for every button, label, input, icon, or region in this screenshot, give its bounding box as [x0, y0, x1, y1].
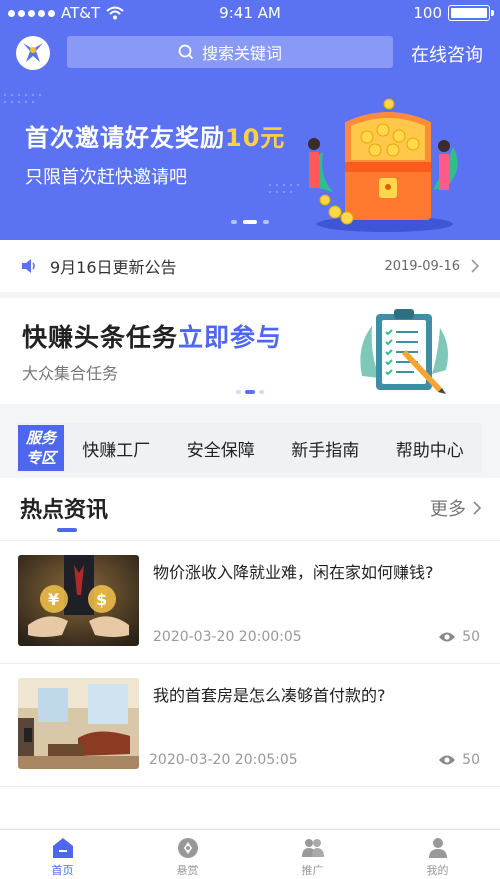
service-zone: 服务 专区 快赚工厂 安全保障 新手指南 帮助中心 — [18, 423, 482, 473]
home-icon — [52, 838, 73, 858]
search-icon — [178, 44, 194, 60]
page-dot-active[interactable] — [245, 390, 255, 394]
badge-line2: 专区 — [25, 449, 56, 467]
tab-label: 推广 — [301, 864, 324, 877]
status-bar: AT&T 9:41 AM 100 — [0, 0, 500, 26]
page-dot[interactable] — [259, 390, 264, 394]
compass-icon — [177, 838, 198, 858]
tab-reward[interactable]: 悬赏 — [125, 830, 250, 879]
announcement-bar[interactable]: 9月16日更新公告 2019-09-16 — [0, 240, 500, 292]
service-zone-badge: 服务 专区 — [18, 425, 64, 471]
announcement-title: 9月16日更新公告 — [50, 258, 177, 277]
app-logo[interactable] — [16, 36, 50, 70]
news-views: 50 — [438, 752, 480, 768]
top-nav: 搜索关键词 在线咨询 — [0, 33, 500, 73]
banner-headline-text: 首次邀请好友奖励 — [25, 124, 225, 152]
search-input[interactable]: 搜索关键词 — [67, 36, 393, 68]
tab-profile[interactable]: 我的 — [375, 830, 500, 879]
hero-banner: AT&T 9:41 AM 100 搜索关键词 在线咨询 首次邀请好友奖励10元 … — [0, 0, 500, 240]
announcement-date: 2019-09-16 — [384, 258, 460, 274]
eye-icon — [439, 632, 456, 642]
service-item-factory[interactable]: 快赚工厂 — [82, 436, 150, 461]
tab-label: 我的 — [426, 864, 449, 877]
service-item-security[interactable]: 安全保障 — [187, 436, 255, 461]
more-news-link[interactable]: 更多 — [430, 495, 482, 521]
news-thumbnail — [18, 678, 139, 769]
page-dot-active[interactable] — [243, 220, 257, 224]
banner-subtitle: 只限首次赶快邀请吧 — [25, 167, 187, 188]
tab-home[interactable]: 首页 — [0, 830, 125, 879]
divider — [0, 786, 500, 787]
banner-headline: 首次邀请好友奖励10元 — [25, 118, 285, 153]
task-subtitle: 大众集合任务 — [22, 364, 119, 383]
battery-percent: 100 — [413, 4, 442, 22]
view-count: 50 — [462, 629, 480, 645]
users-icon — [301, 839, 324, 857]
service-item-help[interactable]: 帮助中心 — [396, 436, 464, 461]
task-headline: 快赚头条任务立即参与 — [22, 318, 282, 354]
news-title: 物价涨收入降就业难，闲在家如何赚钱? — [153, 563, 434, 582]
eye-icon — [439, 755, 456, 765]
banner-reward-amount: 10元 — [225, 124, 286, 152]
news-timestamp: 2020-03-20 20:00:05 — [153, 629, 302, 645]
treasure-chest-illustration — [308, 98, 458, 232]
page-dot[interactable] — [236, 390, 241, 394]
news-title: 我的首套房是怎么凑够首付款的? — [153, 686, 386, 705]
clipboard-illustration — [360, 309, 448, 394]
svg-text:¥: ¥ — [48, 590, 59, 609]
page-dot[interactable] — [263, 220, 269, 224]
banner-pagination — [0, 220, 500, 224]
more-label: 更多 — [430, 499, 466, 520]
service-item-guide[interactable]: 新手指南 — [291, 436, 359, 461]
user-icon — [428, 838, 447, 858]
news-item[interactable]: ¥ $ 物价涨收入降就业难，闲在家如何赚钱? 2020-03-20 20:00:… — [0, 541, 500, 663]
join-now-link[interactable]: 立即参与 — [178, 323, 282, 352]
section-title: 热点资讯 — [20, 498, 109, 523]
badge-line1: 服务 — [25, 429, 56, 447]
news-thumbnail: ¥ $ — [18, 555, 139, 646]
search-placeholder: 搜索关键词 — [201, 44, 282, 63]
tab-label: 首页 — [51, 864, 74, 877]
news-item[interactable]: 我的首套房是怎么凑够首付款的? 2020-03-20 20:05:05 50 — [0, 664, 500, 786]
speaker-icon — [22, 259, 35, 273]
tab-label: 悬赏 — [176, 864, 199, 877]
task-promo-card[interactable]: 快赚头条任务立即参与 大众集合任务 — [0, 298, 500, 404]
news-timestamp: 2020-03-20 20:05:05 — [149, 752, 298, 768]
view-count: 50 — [462, 752, 480, 768]
bottom-tab-bar: 首页 悬赏 推广 我的 — [0, 829, 500, 879]
task-headline-text: 快赚头条任务 — [22, 323, 179, 352]
hot-news-section: 热点资讯 更多 ¥ $ 物价涨收入降就业难，闲在家如何赚钱? 2020-03-2… — [0, 478, 500, 828]
section-title-underline — [57, 528, 77, 532]
battery-icon — [448, 5, 494, 21]
tab-promote[interactable]: 推广 — [250, 830, 375, 879]
news-views: 50 — [438, 629, 480, 645]
task-pagination — [0, 390, 500, 394]
chevron-right-icon — [473, 501, 482, 515]
online-consult-button[interactable]: 在线咨询 — [411, 41, 483, 67]
chevron-right-icon — [471, 259, 480, 273]
page-dot[interactable] — [231, 220, 237, 224]
svg-text:$: $ — [96, 590, 107, 609]
